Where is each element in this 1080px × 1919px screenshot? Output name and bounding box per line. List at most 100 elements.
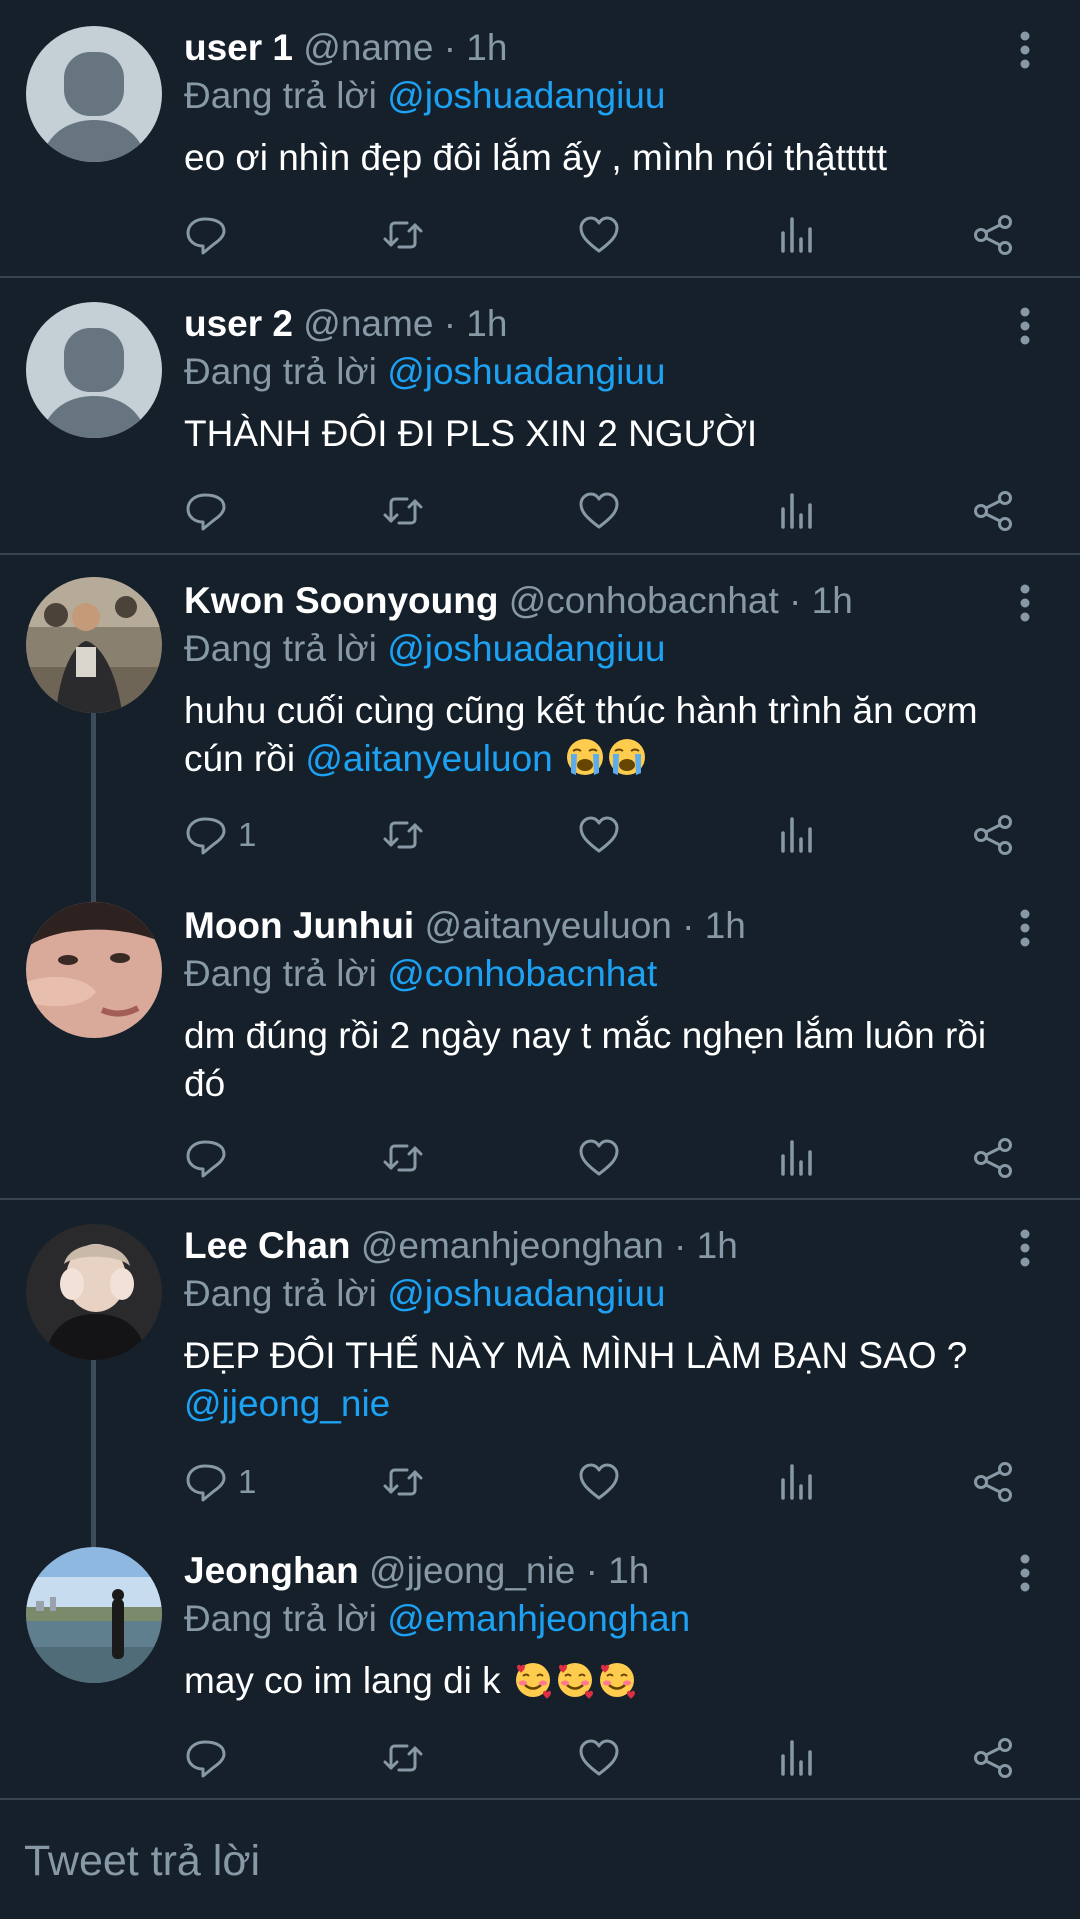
replying-mention[interactable]: @joshuadangiuu <box>387 75 665 116</box>
more-icon[interactable] <box>1010 581 1040 625</box>
tweet-text: dm đúng rồi 2 ngày nay t mắc nghẹn lắm l… <box>184 1012 1020 1108</box>
replying-to: Đang trả lời @conhobacnhat <box>184 950 1040 998</box>
more-icon[interactable] <box>1010 304 1040 348</box>
tweet-text: THÀNH ĐÔI ĐI PLS XIN 2 NGƯỜI <box>184 410 1020 458</box>
share-button[interactable] <box>972 1728 1016 1788</box>
reply-input[interactable] <box>22 1830 1056 1892</box>
analytics-button[interactable] <box>775 481 819 541</box>
reply-button[interactable] <box>184 1728 238 1788</box>
analytics-button[interactable] <box>775 805 819 865</box>
retweet-button[interactable] <box>381 805 425 865</box>
tweet[interactable]: Jeonghan @jjeong_nie · 1h Đang trả lời @… <box>0 1527 1080 1798</box>
like-button[interactable] <box>577 1452 621 1512</box>
analytics-icon <box>781 217 812 253</box>
reply-count: 1 <box>238 1463 257 1500</box>
handle-and-time: @name · 1h <box>293 27 508 68</box>
tweet-text-segment: dm đúng rồi 2 ngày nay t mắc nghẹn lắm l… <box>184 1015 987 1104</box>
retweet-icon <box>383 497 423 525</box>
tweet[interactable]: Kwon Soonyoung @conhobacnhat · 1h Đang t… <box>0 555 1080 880</box>
retweet-button[interactable] <box>381 1452 425 1512</box>
replying-to: Đang trả lời @emanhjeonghan <box>184 1595 1040 1643</box>
display-name[interactable]: Lee Chan <box>184 1225 351 1266</box>
analytics-icon <box>781 1464 812 1500</box>
display-name[interactable]: user 2 <box>184 303 293 344</box>
analytics-button[interactable] <box>775 205 819 265</box>
more-icon[interactable] <box>1010 28 1040 72</box>
tweet-actions <box>0 1728 1080 1788</box>
reply-button[interactable]: 1 <box>184 1452 256 1512</box>
display-name[interactable]: Kwon Soonyoung <box>184 580 498 621</box>
tweet[interactable]: Moon Junhui @aitanyeuluon · 1h Đang trả … <box>0 880 1080 1198</box>
display-name[interactable]: user 1 <box>184 27 293 68</box>
tweet[interactable]: Lee Chan @emanhjeonghan · 1h Đang trả lờ… <box>0 1200 1080 1527</box>
like-icon <box>579 816 619 853</box>
retweet-button[interactable] <box>381 1728 425 1788</box>
reply-icon <box>186 217 226 255</box>
analytics-button[interactable] <box>775 1728 819 1788</box>
share-button[interactable] <box>972 205 1016 265</box>
avatar[interactable] <box>26 1224 162 1360</box>
like-button[interactable] <box>577 481 621 541</box>
handle-and-time: @name · 1h <box>293 303 508 344</box>
like-button[interactable] <box>577 1728 621 1788</box>
analytics-button[interactable] <box>775 1128 819 1188</box>
reply-icon <box>186 493 226 531</box>
display-name[interactable]: Jeonghan <box>184 1550 359 1591</box>
like-icon <box>579 1463 619 1500</box>
tweet-mention[interactable]: @aitanyeuluon <box>305 738 552 779</box>
analytics-icon <box>781 1740 812 1776</box>
like-button[interactable] <box>577 805 621 865</box>
share-button[interactable] <box>972 481 1016 541</box>
share-button[interactable] <box>972 1128 1016 1188</box>
replying-mention[interactable]: @joshuadangiuu <box>387 628 665 669</box>
loudly-crying-face-icon <box>609 739 646 775</box>
reply-button[interactable] <box>184 205 238 265</box>
replying-label: Đang trả lời <box>184 1273 388 1314</box>
reply-button[interactable] <box>184 1128 238 1188</box>
replying-to: Đang trả lời @joshuadangiuu <box>184 1270 1040 1318</box>
reply-icon <box>186 1464 226 1502</box>
replying-mention[interactable]: @conhobacnhat <box>387 953 657 994</box>
avatar[interactable] <box>26 26 162 162</box>
display-name[interactable]: Moon Junhui <box>184 905 414 946</box>
retweet-icon <box>383 1468 423 1496</box>
like-button[interactable] <box>577 1128 621 1188</box>
tweet-mention[interactable]: @jjeong_nie <box>184 1383 390 1424</box>
tweet-text: ĐẸP ĐÔI THẾ NÀY MÀ MÌNH LÀM BẠN SAO ? @j… <box>184 1332 1020 1428</box>
avatar[interactable] <box>26 1547 162 1683</box>
reply-button[interactable]: 1 <box>184 805 256 865</box>
tweet-header: Lee Chan @emanhjeonghan · 1h <box>184 1220 990 1272</box>
more-icon[interactable] <box>1010 1226 1040 1270</box>
smiling-face-with-hearts-icon <box>557 1663 593 1699</box>
tweet-text: may co im lang di k <box>184 1657 1020 1705</box>
tweet-actions <box>0 481 1080 541</box>
analytics-icon <box>781 1140 812 1176</box>
analytics-icon <box>781 817 812 853</box>
retweet-button[interactable] <box>381 481 425 541</box>
reply-icon <box>186 1740 226 1778</box>
retweet-button[interactable] <box>381 205 425 265</box>
analytics-icon <box>781 493 812 529</box>
more-icon[interactable] <box>1010 1551 1040 1595</box>
like-button[interactable] <box>577 205 621 265</box>
like-icon <box>579 216 619 253</box>
tweet[interactable]: user 1 @name · 1h Đang trả lời @joshuada… <box>0 0 1080 276</box>
avatar[interactable] <box>26 577 162 713</box>
share-button[interactable] <box>972 1452 1016 1512</box>
reply-button[interactable] <box>184 481 238 541</box>
share-button[interactable] <box>972 805 1016 865</box>
avatar[interactable] <box>26 302 162 438</box>
retweet-button[interactable] <box>381 1128 425 1188</box>
replying-mention[interactable]: @joshuadangiuu <box>387 1273 665 1314</box>
more-icon[interactable] <box>1010 906 1040 950</box>
avatar[interactable] <box>26 902 162 1038</box>
share-icon <box>974 815 1012 855</box>
replying-to: Đang trả lời @joshuadangiuu <box>184 348 1040 396</box>
replying-label: Đang trả lời <box>184 351 388 392</box>
reply-thread: user 1 @name · 1h Đang trả lời @joshuada… <box>0 0 1080 1919</box>
tweet-actions: 1 <box>0 1452 1080 1512</box>
analytics-button[interactable] <box>775 1452 819 1512</box>
replying-mention[interactable]: @joshuadangiuu <box>387 351 665 392</box>
replying-mention[interactable]: @emanhjeonghan <box>387 1598 690 1639</box>
tweet[interactable]: user 2 @name · 1h Đang trả lời @joshuada… <box>0 278 1080 553</box>
